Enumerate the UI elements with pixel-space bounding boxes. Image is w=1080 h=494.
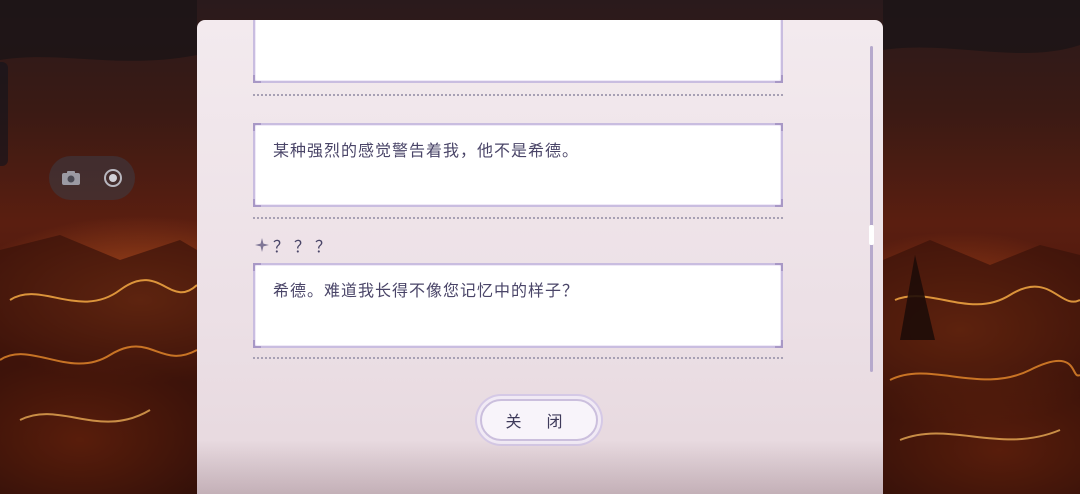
side-tab[interactable] <box>0 62 8 166</box>
close-button[interactable]: 关 闭 <box>480 399 598 441</box>
scrollbar-thumb[interactable] <box>869 225 874 245</box>
entry-divider <box>253 94 783 96</box>
speaker-name-text: ？？？ <box>273 237 337 256</box>
dialogue-entry-box: 某种强烈的感觉警告着我，他不是希德。 <box>253 123 783 207</box>
dialogue-entry-text: 希德。难道我长得不像您记忆中的样子？ <box>273 281 580 300</box>
dialogue-log-panel: 某种强烈的感觉警告着我，他不是希德。 ？？？ 希德。难道我长得不像您记忆中的样子… <box>197 20 883 494</box>
game-background: 某种强烈的感觉警告着我，他不是希德。 ？？？ 希德。难道我长得不像您记忆中的样子… <box>0 0 1080 494</box>
dialogue-entry-box: 希德。难道我长得不像您记忆中的样子？ <box>253 263 783 348</box>
panel-bottom-fade <box>197 440 883 494</box>
scrollbar-track[interactable] <box>870 46 873 372</box>
close-button-label: 关 闭 <box>505 412 573 431</box>
media-controls <box>49 156 135 200</box>
dialogue-entry-box <box>253 20 783 83</box>
entry-divider <box>253 357 783 359</box>
speaker-name: ？？？ <box>255 233 336 257</box>
sparkle-icon <box>255 238 269 252</box>
camera-icon[interactable] <box>59 166 83 190</box>
record-icon[interactable] <box>101 166 125 190</box>
dialogue-entry-text: 某种强烈的感觉警告着我，他不是希德。 <box>273 141 580 160</box>
entry-divider <box>253 217 783 219</box>
